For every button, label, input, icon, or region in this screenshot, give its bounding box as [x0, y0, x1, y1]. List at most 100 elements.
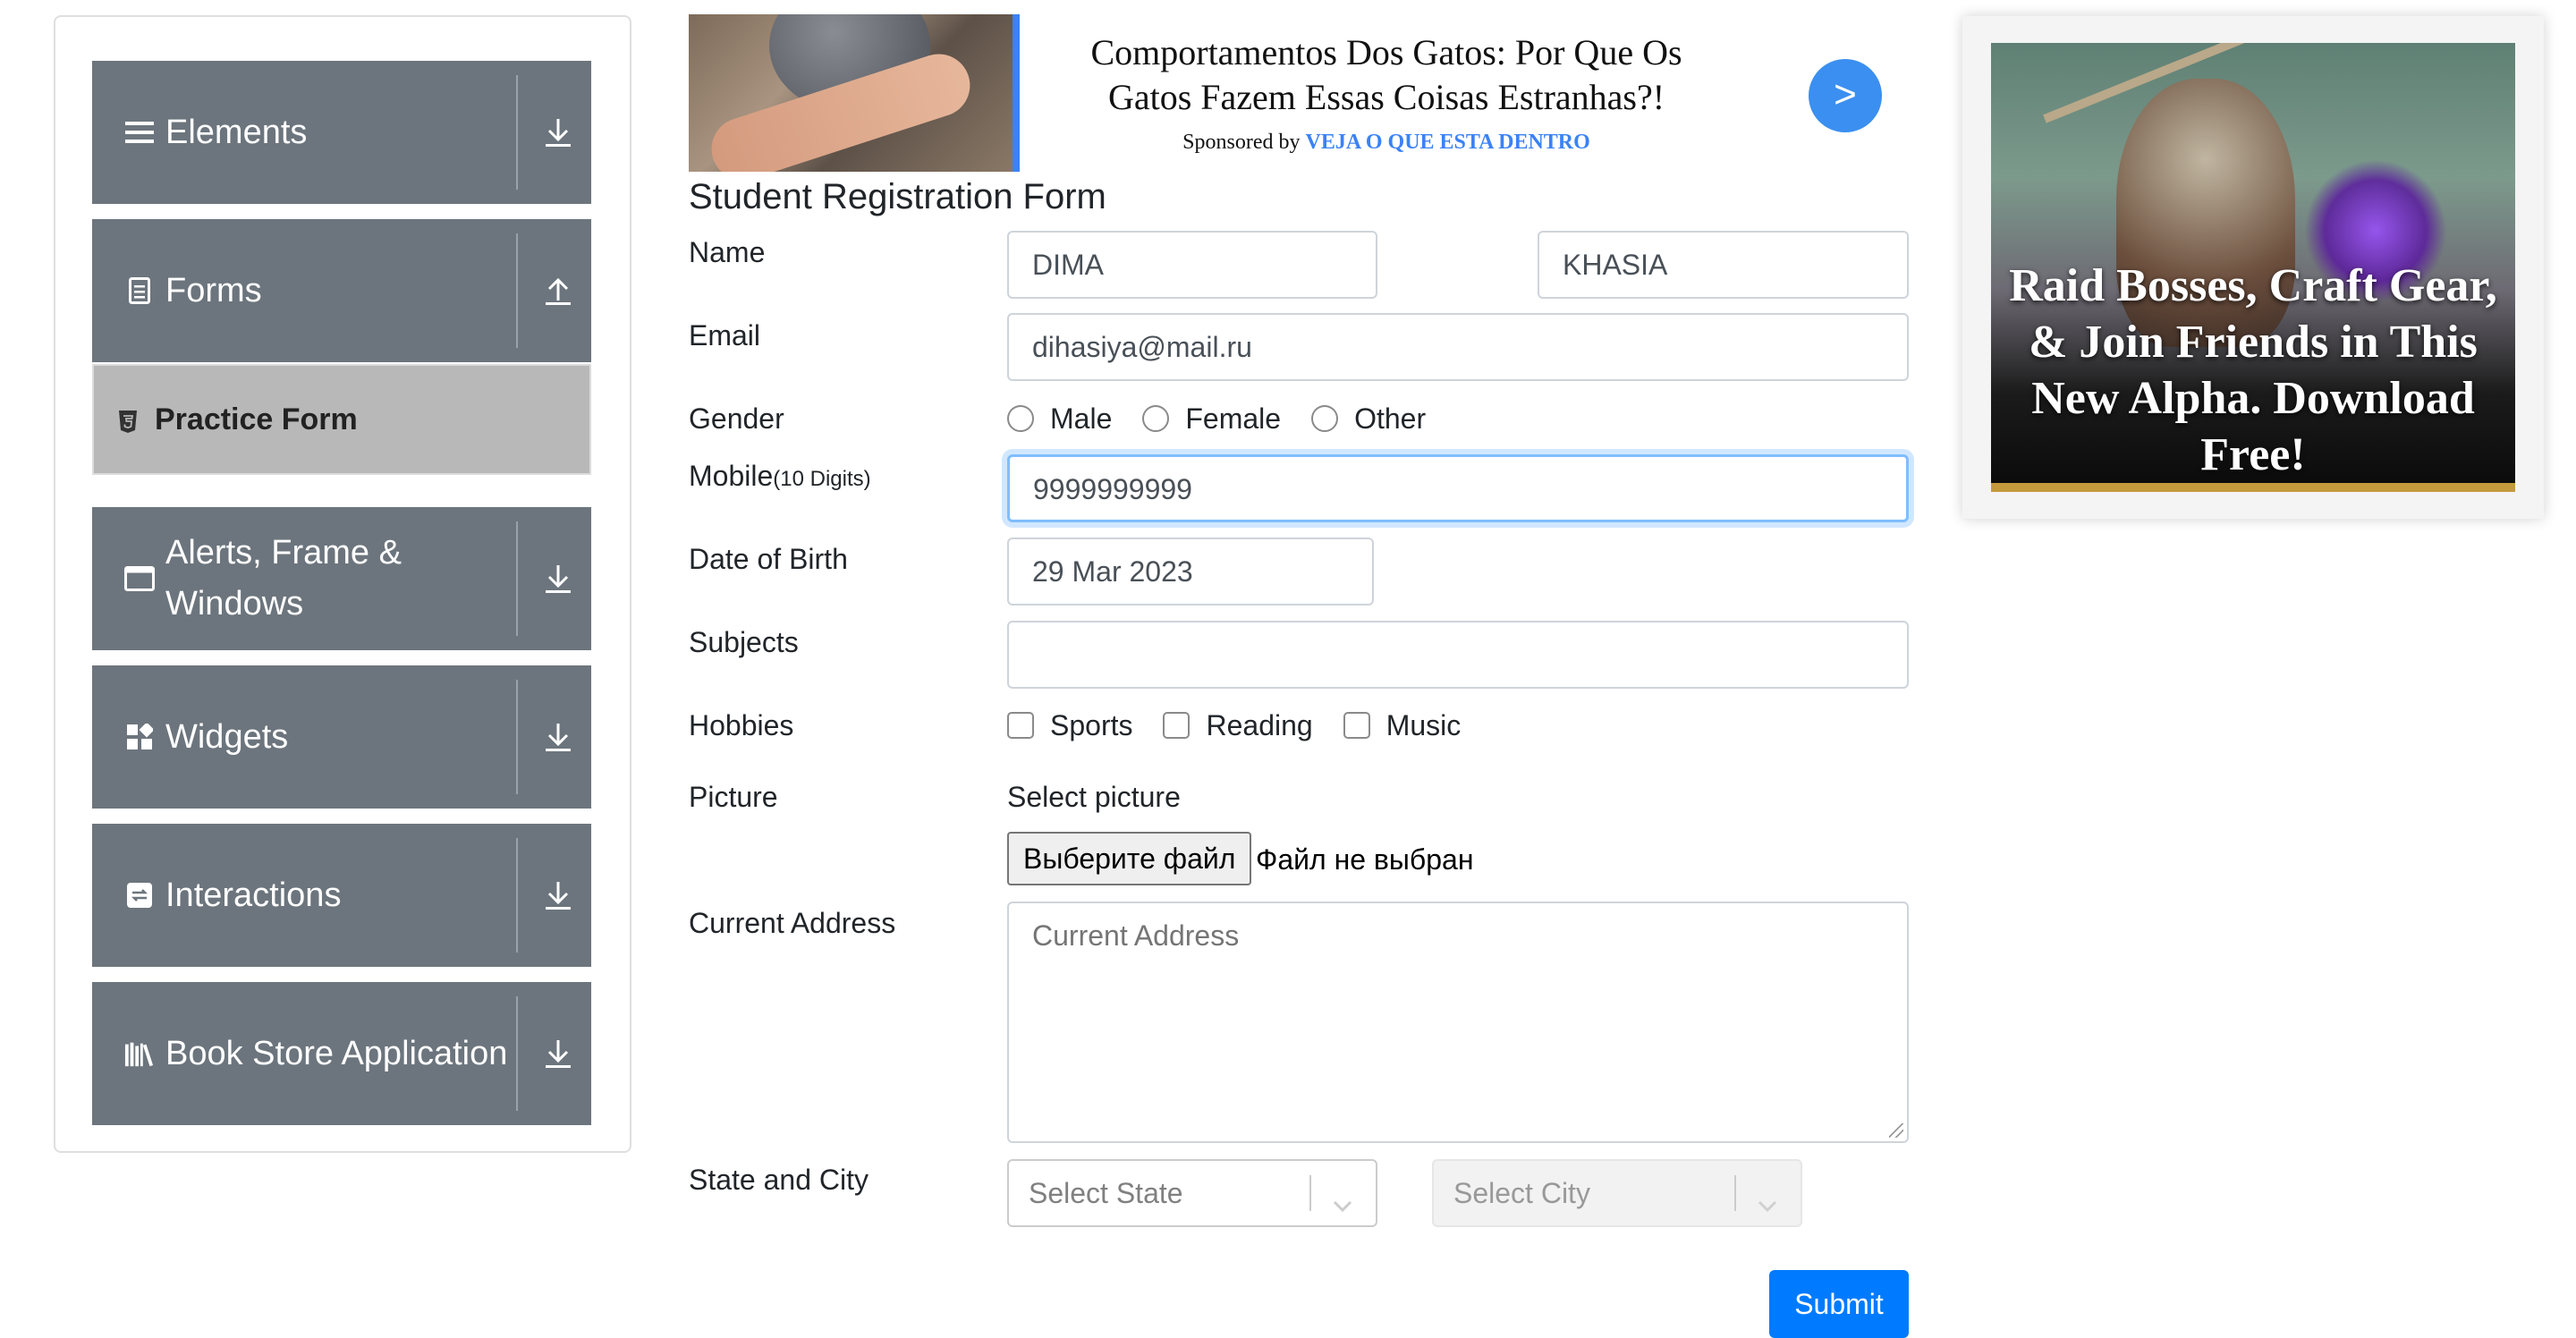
- sidebar-group-forms[interactable]: Forms: [92, 219, 591, 362]
- dob-label: Date of Birth: [689, 543, 848, 575]
- gender-male-radio[interactable]: [1007, 405, 1034, 432]
- current-address-textarea[interactable]: Current Address: [1007, 902, 1909, 1143]
- hobbies-label: Hobbies: [689, 709, 794, 741]
- mobile-label-text: Mobile: [689, 460, 774, 492]
- ad-title[interactable]: Comportamentos Dos Gatos: Por Que Os Gat…: [1055, 30, 1717, 120]
- gender-options: Male Female Other: [1007, 399, 1456, 438]
- submit-button[interactable]: Submit: [1769, 1270, 1909, 1338]
- gender-other-option[interactable]: Other: [1311, 402, 1426, 436]
- select-separator: [1309, 1175, 1311, 1211]
- ad-sponsor-brand[interactable]: VEJA O QUE ESTA DENTRO: [1306, 131, 1590, 154]
- list-icon: [124, 117, 155, 148]
- select-separator: [1734, 1175, 1736, 1211]
- window-icon: [124, 563, 155, 594]
- form-title: Student Registration Form: [689, 177, 1106, 216]
- sidebar-item-label: Practice Form: [155, 402, 358, 436]
- widgets-icon: [124, 722, 155, 752]
- divider: [516, 233, 518, 348]
- sidebar-item-practice-form[interactable]: Practice Form: [92, 364, 591, 475]
- document-icon: [124, 275, 155, 306]
- state-city-label: State and City: [689, 1164, 869, 1196]
- hobby-reading-option[interactable]: Reading: [1163, 709, 1313, 742]
- file-status: Файл не выбран: [1256, 843, 1474, 876]
- state-select[interactable]: Select State: [1007, 1159, 1377, 1227]
- gender-male-label[interactable]: Male: [1050, 402, 1112, 436]
- sidebar: Elements Forms Practice Form Alerts, Fra…: [54, 15, 631, 1153]
- hobby-music-option[interactable]: Music: [1343, 709, 1462, 742]
- sidebar-group-label: Interactions: [165, 876, 342, 914]
- dob-input[interactable]: 29 Mar 2023: [1007, 538, 1374, 605]
- city-select[interactable]: Select City: [1432, 1159, 1802, 1227]
- gender-male-option[interactable]: Male: [1007, 402, 1112, 436]
- divider: [516, 75, 518, 190]
- sidebar-group-elements[interactable]: Elements: [92, 61, 591, 204]
- sidebar-group-label: Book Store Application: [165, 1035, 508, 1072]
- gender-female-option[interactable]: Female: [1142, 402, 1281, 436]
- divider: [516, 680, 518, 794]
- sidebar-group-label: Widgets: [165, 718, 289, 756]
- side-ad-text[interactable]: Raid Bosses, Craft Gear, & Join Friends …: [1991, 258, 2515, 483]
- sidebar-group-label: Elements: [165, 114, 308, 151]
- mobile-input[interactable]: 9999999999: [1007, 454, 1909, 522]
- address-label: Current Address: [689, 907, 896, 939]
- gold-bar: [1991, 483, 2515, 492]
- email-label: Email: [689, 319, 761, 351]
- hobby-sports-checkbox[interactable]: [1007, 712, 1034, 739]
- chevron-down-icon[interactable]: [1752, 1179, 1783, 1213]
- arrow-down-icon[interactable]: [542, 563, 574, 595]
- email-input[interactable]: dihasiya@mail.ru: [1007, 313, 1909, 381]
- books-icon: [124, 1038, 155, 1069]
- hobby-reading-checkbox[interactable]: [1163, 712, 1191, 739]
- hobby-sports-label[interactable]: Sports: [1050, 709, 1132, 742]
- ad-image[interactable]: [689, 14, 1013, 172]
- arrow-up-icon[interactable]: [542, 275, 574, 307]
- hobby-music-checkbox[interactable]: [1343, 712, 1370, 739]
- gender-other-label[interactable]: Other: [1354, 402, 1426, 436]
- arrow-down-icon[interactable]: [542, 879, 574, 911]
- sidebar-group-interactions[interactable]: Interactions: [92, 824, 591, 967]
- sidebar-group-book-store[interactable]: Book Store Application: [92, 982, 591, 1125]
- divider: [516, 838, 518, 953]
- interactions-icon: [124, 880, 155, 910]
- mobile-label-hint: (10 Digits): [773, 467, 871, 491]
- subjects-input[interactable]: [1007, 621, 1909, 689]
- hobbies-options: Sports Reading Music: [1007, 706, 1491, 745]
- ad-go-button[interactable]: >: [1809, 59, 1882, 132]
- ad-accent-stripe: [1013, 14, 1020, 172]
- sidebar-group-label: Alerts, Frame & Windows: [165, 534, 402, 622]
- sidebar-group-label: Forms: [165, 272, 262, 309]
- ad-banner[interactable]: Comportamentos Dos Gatos: Por Que Os Gat…: [689, 14, 1882, 172]
- picture-prompt: Select picture: [1007, 781, 1181, 813]
- mobile-label: Mobile(10 Digits): [689, 456, 871, 499]
- picture-label: Picture: [689, 781, 778, 813]
- last-name-input[interactable]: KHASIA: [1538, 231, 1909, 299]
- divider: [516, 521, 518, 636]
- ad-sponsor: Sponsored by VEJA O QUE ESTA DENTRO: [1055, 131, 1717, 155]
- hobby-sports-option[interactable]: Sports: [1007, 709, 1132, 742]
- address-placeholder: Current Address: [1032, 919, 1240, 952]
- gender-other-radio[interactable]: [1311, 405, 1339, 432]
- arrow-down-icon[interactable]: [542, 1037, 574, 1070]
- gender-label: Gender: [689, 402, 784, 435]
- ad-sponsor-prefix: Sponsored by: [1182, 131, 1301, 154]
- resize-grip-icon[interactable]: [1889, 1123, 1903, 1138]
- first-name-input[interactable]: DIMA: [1007, 231, 1377, 299]
- divider: [516, 996, 518, 1111]
- arrow-down-icon[interactable]: [542, 116, 574, 148]
- gender-female-radio[interactable]: [1142, 405, 1170, 432]
- html5-icon: [117, 409, 142, 434]
- side-ad-image[interactable]: Raid Bosses, Craft Gear, & Join Friends …: [1991, 43, 2515, 492]
- choose-file-button[interactable]: Выберите файл: [1007, 832, 1252, 885]
- subjects-label: Subjects: [689, 626, 799, 658]
- hobby-reading-label[interactable]: Reading: [1206, 709, 1312, 742]
- city-placeholder: Select City: [1453, 1177, 1590, 1209]
- hobby-music-label[interactable]: Music: [1386, 709, 1462, 742]
- sidebar-group-alerts[interactable]: Alerts, Frame & Windows: [92, 507, 591, 650]
- sidebar-group-widgets[interactable]: Widgets: [92, 665, 591, 809]
- name-label: Name: [689, 236, 766, 268]
- arrow-down-icon[interactable]: [542, 721, 574, 753]
- chevron-down-icon[interactable]: [1327, 1179, 1358, 1213]
- state-placeholder: Select State: [1029, 1177, 1183, 1209]
- side-ad[interactable]: Raid Bosses, Craft Gear, & Join Friends …: [1962, 16, 2544, 519]
- gender-female-label[interactable]: Female: [1185, 402, 1281, 436]
